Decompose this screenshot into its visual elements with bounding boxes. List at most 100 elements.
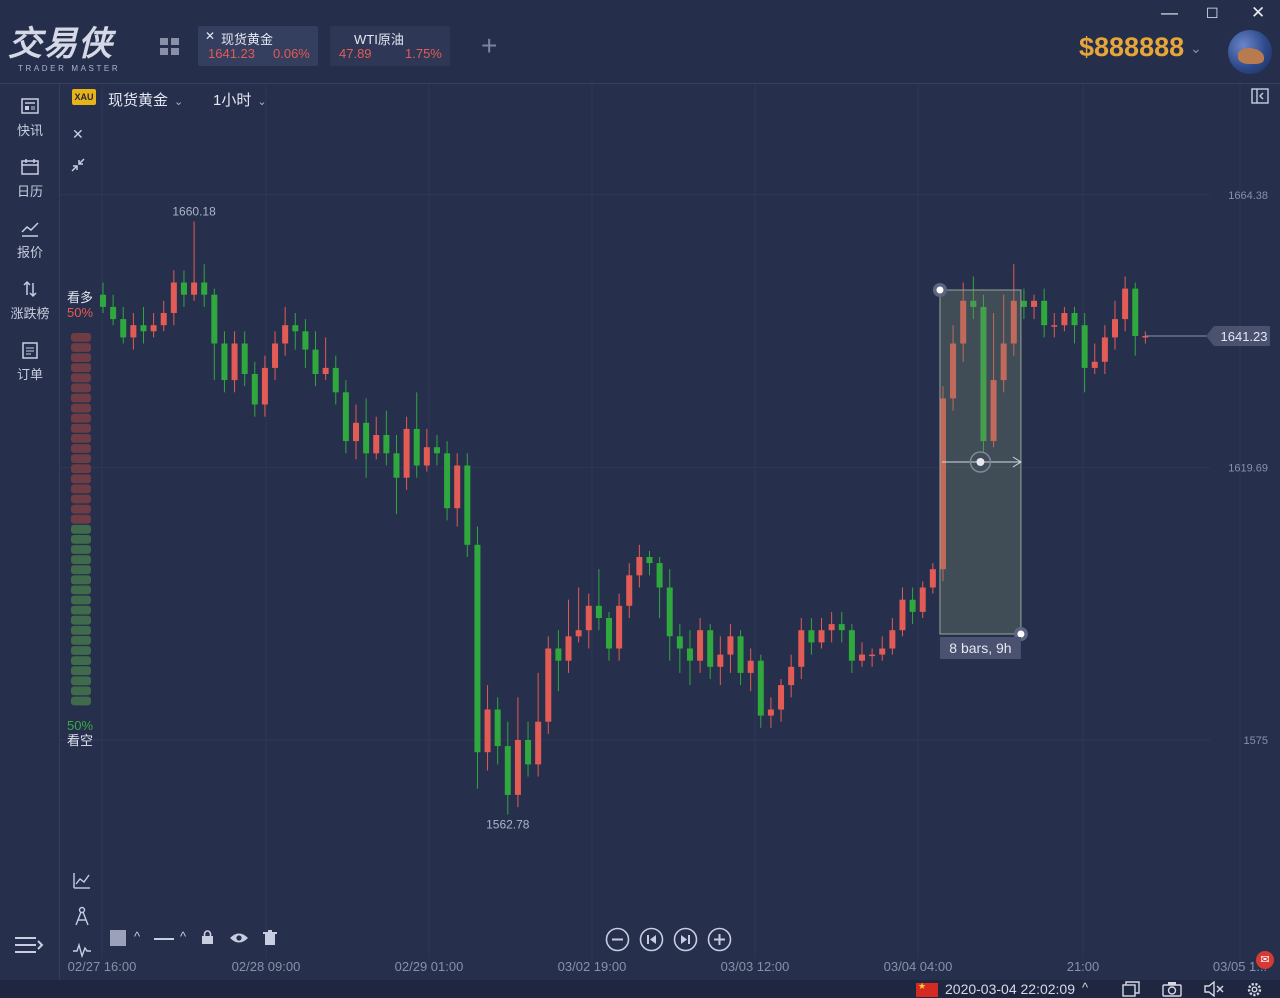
- candle-body: [838, 624, 845, 631]
- candle-body: [808, 630, 815, 643]
- sentiment-segment: [71, 383, 91, 393]
- candle-body: [342, 392, 349, 442]
- chevron-up-icon[interactable]: ^: [1082, 980, 1088, 995]
- tab-change: 0.06%: [273, 46, 310, 61]
- candlestick-chart[interactable]: 02/27 16:00 02/28 09:00 02/29 01:00 03/02 1…: [0, 0, 1280, 998]
- candle-body: [393, 453, 400, 478]
- account-balance[interactable]: $888888: [1079, 32, 1184, 63]
- candle-body: [707, 630, 714, 667]
- sentiment-segment: [71, 676, 91, 686]
- waveform-icon[interactable]: [72, 942, 92, 958]
- candle-body: [292, 325, 299, 332]
- jump-end-button[interactable]: [673, 927, 698, 952]
- alert-icon[interactable]: ✉: [1256, 951, 1274, 969]
- close-button[interactable]: ✕: [1251, 3, 1265, 23]
- sentiment-segment: [71, 423, 91, 433]
- indicator-icon[interactable]: [72, 871, 92, 889]
- minimize-button[interactable]: —: [1161, 3, 1178, 23]
- candle-body: [535, 721, 542, 765]
- sidebar-item-calendar[interactable]: 日历: [0, 157, 60, 200]
- lock-icon[interactable]: [201, 930, 214, 945]
- candle-body: [211, 294, 218, 344]
- line-style-icon[interactable]: [154, 938, 174, 940]
- china-flag-icon: [916, 981, 938, 997]
- candle-body: [221, 343, 228, 381]
- candle-body: [767, 709, 774, 716]
- sidebar-item-ranking[interactable]: 涨跌榜: [0, 279, 60, 322]
- tab-close-icon[interactable]: ✕: [205, 29, 215, 43]
- news-icon: [21, 98, 39, 114]
- chevron-up-icon[interactable]: ^: [134, 929, 140, 944]
- bear-sentiment: 50% 看空: [67, 718, 93, 748]
- zoom-in-button[interactable]: [707, 927, 732, 952]
- candle-body: [120, 319, 127, 338]
- sentiment-segment: [71, 686, 91, 696]
- candle-body: [383, 435, 390, 454]
- sidebar-item-news[interactable]: 快讯: [0, 96, 60, 139]
- sentiment-segment: [71, 615, 91, 625]
- candle-body: [1081, 325, 1088, 368]
- status-datetime: 2020-03-04 22:02:09: [945, 981, 1075, 997]
- color-swatch[interactable]: [110, 930, 126, 946]
- timeframe-selector[interactable]: 1小时 ⌄: [213, 89, 267, 110]
- sidebar-item-label: 订单: [16, 367, 43, 382]
- candle-body: [1041, 300, 1048, 326]
- candle-body: [939, 398, 946, 570]
- camera-icon[interactable]: [1162, 981, 1182, 997]
- sentiment-segment: [71, 636, 91, 645]
- sentiment-segment: [71, 403, 91, 413]
- eye-icon[interactable]: [229, 932, 249, 944]
- x-tick-label: 21:00: [1067, 959, 1100, 974]
- sidebar-item-quote[interactable]: 报价: [0, 218, 60, 261]
- tab-wti[interactable]: WTI原油 47.89 1.75%: [330, 26, 450, 66]
- sidebar-item-order[interactable]: 订单: [0, 340, 60, 383]
- sentiment-segment: [71, 524, 91, 534]
- candle-body: [686, 648, 693, 661]
- candle-body: [241, 343, 248, 374]
- sentiment-segment: [71, 504, 91, 514]
- candle-body: [970, 300, 977, 307]
- add-tab-button[interactable]: +: [481, 32, 497, 60]
- sentiment-segment: [71, 373, 91, 383]
- candle-body: [140, 325, 147, 332]
- trash-icon[interactable]: [263, 930, 277, 946]
- candle-body: [282, 325, 289, 344]
- zoom-out-button[interactable]: [605, 927, 630, 952]
- sentiment-segment: [71, 434, 91, 443]
- symbol-name: 现货黄金: [108, 92, 169, 109]
- panel-toggle-icon[interactable]: [1251, 88, 1269, 104]
- maximize-button[interactable]: ☐: [1206, 5, 1219, 22]
- candle-body: [737, 636, 744, 673]
- range-center-handle: [976, 458, 985, 466]
- candle-body: [676, 636, 683, 649]
- candle-body: [130, 325, 137, 338]
- chevron-up-icon[interactable]: ^: [180, 929, 186, 944]
- grid-menu-icon[interactable]: [160, 38, 179, 55]
- settings-icon[interactable]: [1246, 981, 1263, 998]
- sentiment-segment: [71, 666, 91, 676]
- candle-body: [1071, 313, 1078, 326]
- close-panel-icon[interactable]: ✕: [72, 126, 84, 143]
- sentiment-segment: [71, 363, 91, 373]
- candle-body: [616, 605, 623, 649]
- chevron-down-icon[interactable]: ⌄: [1190, 40, 1202, 57]
- candle-body: [454, 465, 461, 509]
- candle-body: [353, 422, 359, 442]
- collapse-icon[interactable]: [70, 157, 86, 173]
- jump-start-button[interactable]: [639, 927, 664, 952]
- mute-icon[interactable]: [1204, 981, 1224, 997]
- menu-icon[interactable]: [14, 935, 44, 955]
- bear-label: 看空: [67, 733, 94, 748]
- symbol-selector[interactable]: 现货黄金 ⌄: [108, 89, 183, 110]
- candle-body: [757, 660, 764, 716]
- drawing-tool-icon[interactable]: [73, 906, 91, 926]
- tab-gold[interactable]: ✕ 现货黄金 1641.23 0.06%: [198, 26, 318, 66]
- avatar[interactable]: [1228, 30, 1272, 74]
- range-label-bg: [939, 637, 1021, 659]
- window-icon[interactable]: [1122, 981, 1140, 997]
- sentiment-segment: [71, 413, 91, 423]
- sentiment-segment: [71, 656, 91, 665]
- chart-axes: 02/27 16:00 02/28 09:00 02/29 01:00 03/02 1…: [68, 190, 1270, 974]
- candle-body: [747, 660, 754, 673]
- sentiment-segment: [71, 585, 91, 595]
